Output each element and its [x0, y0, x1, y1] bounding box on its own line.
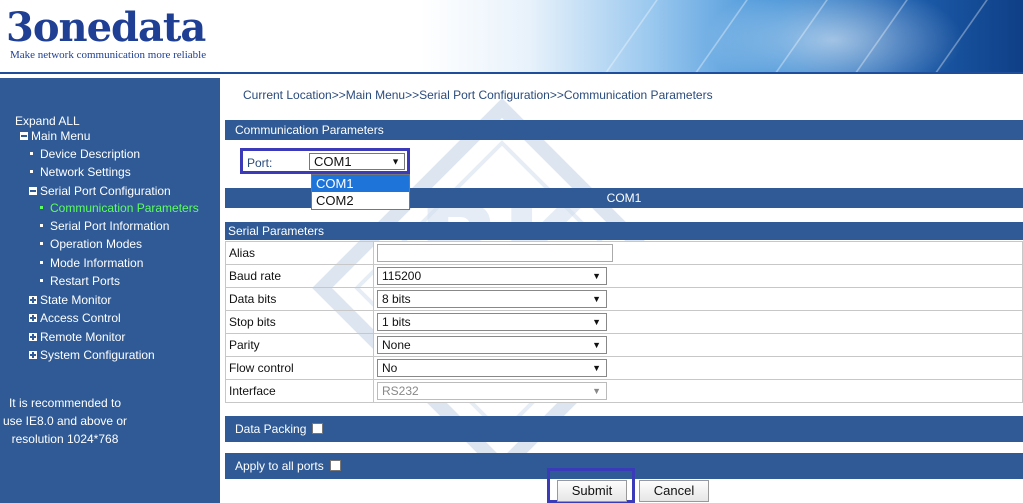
apply-all-checkbox[interactable]: [329, 460, 341, 471]
apply-all-label: Apply to all ports: [235, 459, 324, 473]
param-label: Alias: [225, 241, 374, 265]
menu-communication-parameters[interactable]: Communication Parameters: [40, 200, 199, 216]
param-label: Baud rate: [225, 264, 374, 288]
menu-system-configuration[interactable]: System Configuration: [29, 347, 155, 363]
param-label: Stop bits: [225, 310, 374, 334]
table-row: Stop bits 1 bits ▼: [225, 310, 1023, 334]
table-row: Alias: [225, 241, 1023, 265]
dropdown-arrow-icon: ▼: [592, 317, 601, 327]
dropdown-arrow-icon: ▼: [592, 340, 601, 350]
logo: 3onedata: [6, 4, 206, 51]
communication-parameters-title: Communication Parameters: [225, 120, 1023, 140]
data-packing-label: Data Packing: [235, 422, 307, 436]
serial-parameters-title: Serial Parameters: [225, 222, 1023, 240]
baud-rate-select[interactable]: 115200 ▼: [377, 267, 607, 285]
bullet-icon: [30, 152, 33, 155]
table-row: Data bits 8 bits ▼: [225, 287, 1023, 311]
table-row: Parity None ▼: [225, 333, 1023, 357]
menu-mode-information[interactable]: Mode Information: [40, 255, 143, 271]
table-row: Flow control No ▼: [225, 356, 1023, 380]
dropdown-arrow-icon: ▼: [592, 363, 601, 373]
slogan: Make network communication more reliable: [10, 49, 207, 61]
dropdown-arrow-icon: ▼: [391, 156, 400, 166]
menu-operation-modes[interactable]: Operation Modes: [40, 236, 142, 252]
menu-restart-ports[interactable]: Restart Ports: [40, 273, 120, 289]
expand-icon[interactable]: [29, 296, 37, 304]
browser-recommendation: It is recommended to use IE8.0 and above…: [2, 396, 128, 446]
parity-select[interactable]: None ▼: [377, 336, 607, 354]
alias-input[interactable]: [377, 244, 613, 262]
bullet-icon: [30, 170, 33, 173]
dropdown-arrow-icon: ▼: [592, 386, 601, 396]
breadcrumb: Current Location>>Main Menu>>Serial Port…: [243, 88, 713, 102]
menu-serial-port-configuration[interactable]: Serial Port Configuration: [29, 183, 171, 199]
port-option-com1[interactable]: COM1: [312, 175, 409, 192]
expand-icon[interactable]: [29, 333, 37, 341]
collapse-icon[interactable]: [29, 187, 37, 195]
stop-bits-select[interactable]: 1 bits ▼: [377, 313, 607, 331]
expand-icon[interactable]: [29, 351, 37, 359]
bullet-icon: [40, 242, 43, 245]
submit-button[interactable]: Submit: [557, 480, 627, 502]
table-row: Baud rate 115200 ▼: [225, 264, 1023, 288]
expand-icon[interactable]: [29, 314, 37, 322]
header-banner-art: [420, 0, 1023, 74]
menu-network-settings[interactable]: Network Settings: [30, 164, 131, 180]
port-dropdown-list[interactable]: COM1 COM2: [311, 174, 410, 210]
bullet-icon: [40, 261, 43, 264]
data-bits-select[interactable]: 8 bits ▼: [377, 290, 607, 308]
menu-device-description[interactable]: Device Description: [30, 146, 140, 162]
port-selector-highlight: Port: COM1 ▼: [240, 148, 410, 174]
bullet-icon: [40, 224, 43, 227]
port-label: Port:: [247, 156, 273, 170]
data-packing-bar: Data Packing: [225, 416, 1023, 442]
expand-all-link[interactable]: Expand ALL: [15, 114, 80, 128]
param-label: Data bits: [225, 287, 374, 311]
table-row: Interface RS232 ▼: [225, 379, 1023, 403]
dropdown-arrow-icon: ▼: [592, 271, 601, 281]
cancel-button[interactable]: Cancel: [639, 480, 709, 502]
menu-serial-port-information[interactable]: Serial Port Information: [40, 218, 169, 234]
param-label: Interface: [225, 379, 374, 403]
menu-access-control[interactable]: Access Control: [29, 310, 121, 326]
bullet-icon: [40, 279, 43, 282]
param-label: Parity: [225, 333, 374, 357]
dropdown-arrow-icon: ▼: [592, 294, 601, 304]
menu-main[interactable]: Main Menu: [20, 128, 90, 144]
menu-remote-monitor[interactable]: Remote Monitor: [29, 329, 125, 345]
interface-select: RS232 ▼: [377, 382, 607, 400]
flow-control-select[interactable]: No ▼: [377, 359, 607, 377]
submit-highlight: Submit: [547, 468, 635, 503]
bullet-icon: [40, 206, 43, 209]
param-label: Flow control: [225, 356, 374, 380]
sidebar: Expand ALL Main Menu Device Description …: [0, 78, 220, 503]
main-content: BK AII Current Location>>Main Menu>>Seri…: [222, 78, 1023, 503]
serial-parameters-table: Alias Baud rate 115200 ▼ Data bits 8 bits…: [225, 241, 1023, 403]
data-packing-checkbox[interactable]: [312, 423, 324, 434]
menu-state-monitor[interactable]: State Monitor: [29, 292, 111, 308]
port-option-com2[interactable]: COM2: [312, 192, 409, 209]
header: 3onedata Make network communication more…: [0, 0, 1023, 74]
port-select[interactable]: COM1 ▼: [309, 153, 405, 170]
collapse-icon[interactable]: [20, 132, 28, 140]
